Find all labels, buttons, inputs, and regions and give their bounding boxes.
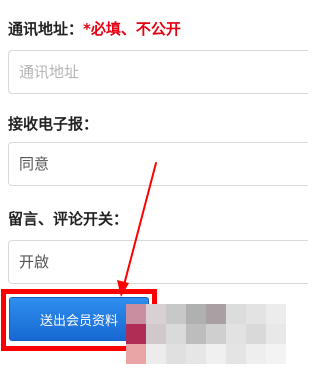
mosaic-cell: [146, 304, 166, 324]
mosaic-cell: [266, 344, 286, 364]
mosaic-cell: [186, 324, 206, 344]
required-note: *必填、不公开: [83, 20, 181, 38]
mosaic-cell: [246, 324, 266, 344]
mosaic-cell: [226, 344, 246, 364]
mosaic-cell: [206, 304, 226, 324]
mosaic-cell: [166, 304, 186, 324]
mosaic-cell: [266, 304, 286, 324]
mosaic-cell: [226, 324, 246, 344]
comments-select[interactable]: 开啟: [8, 240, 308, 284]
address-label: 通讯地址：*必填、不公开: [8, 18, 181, 39]
comments-label: 留言、评论开关：: [8, 210, 129, 228]
newsletter-label: 接收电子报：: [8, 115, 99, 133]
newsletter-value: 同意: [19, 155, 50, 173]
mosaic-cell: [166, 324, 186, 344]
mosaic-cell: [246, 344, 266, 364]
mosaic-cell: [186, 344, 206, 364]
mosaic-cell: [146, 344, 166, 364]
mosaic-cell: [266, 324, 286, 344]
mosaic-cell: [226, 304, 246, 324]
mosaic-cell: [146, 324, 166, 344]
mosaic-cell: [246, 304, 266, 324]
mosaic-cell: [186, 304, 206, 324]
mosaic-cell: [126, 324, 146, 344]
mosaic-cell: [126, 304, 146, 324]
mosaic-cell: [166, 344, 186, 364]
mosaic-cell: [126, 344, 146, 364]
mosaic-cell: [206, 344, 226, 364]
address-label-text: 通讯地址：: [8, 20, 84, 38]
newsletter-select[interactable]: 同意: [8, 142, 308, 186]
mosaic-cell: [206, 324, 226, 344]
address-input[interactable]: [8, 50, 308, 94]
comments-value: 开啟: [19, 253, 50, 271]
